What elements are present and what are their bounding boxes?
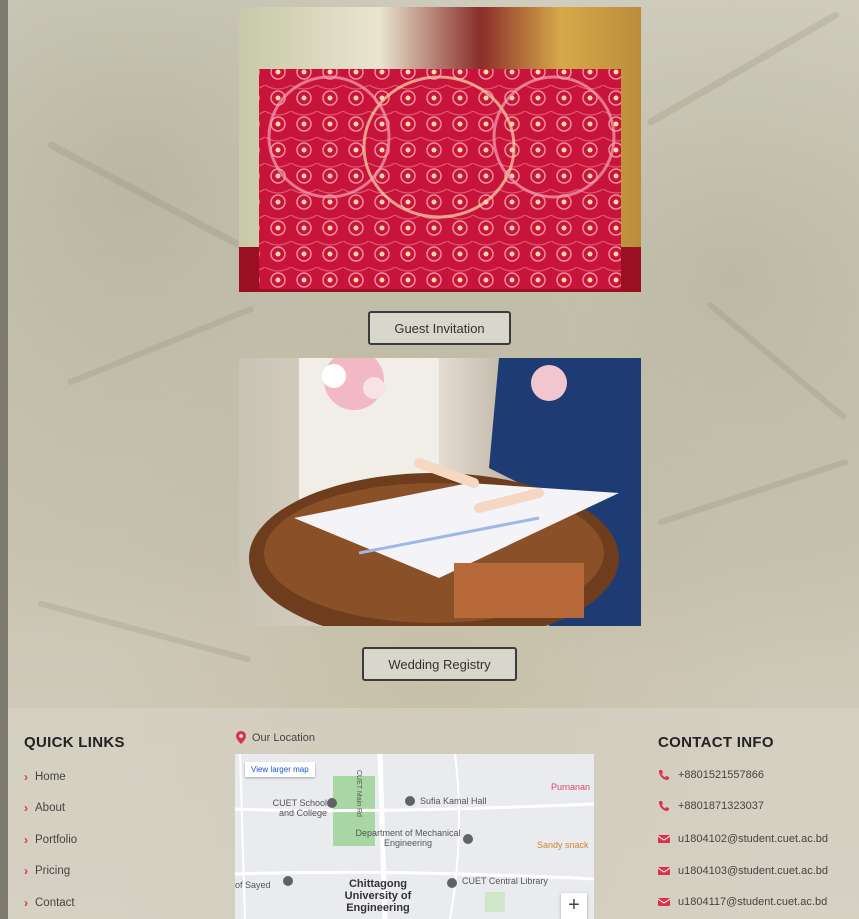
map-pin-icon [447,878,457,888]
contact-email-text: u1804103@student.cuet.ac.bd [678,865,829,877]
phone-icon [659,770,669,780]
contact-email-1[interactable]: u1804102@student.cuet.ac.bd [658,833,828,845]
our-location-text: Our Location [252,731,315,744]
our-location-label: Our Location [236,731,315,744]
footer-link-label: Pricing [35,865,71,877]
map-label-sufia-hall: Sufia Kamal Hall [420,796,487,806]
footer-link-label: Home [35,771,66,783]
map-label-of-sayed: of Sayed [235,880,271,890]
map-pin-icon [327,798,337,808]
view-larger-map-link[interactable]: View larger map [245,762,315,777]
map-zoom-in-button[interactable]: + [561,893,587,919]
envelope-icon [658,835,670,843]
contact-phone-1[interactable]: +8801521557866 [658,769,764,781]
chevron-right-icon: › [24,896,28,910]
footer-link-about[interactable]: › About [24,801,65,815]
footer-link-portfolio[interactable]: › Portfolio [24,833,77,847]
envelope-icon [658,867,670,875]
map-pin-icon [405,796,415,806]
contact-email-3[interactable]: u1804117@student.cuet.ac.bd [658,896,827,908]
footer: QUICK LINKS › Home › About › Portfolio ›… [8,708,859,919]
phone-icon [659,801,669,811]
map-label-sandy-snack: Sandy snack [537,840,589,850]
contact-email-2[interactable]: u1804103@student.cuet.ac.bd [658,865,828,877]
map-pin-icon [463,834,473,844]
map-label-dept-me: Department of Mechanical Engineering [355,828,461,848]
map-label-chittagong-univ: Chittagong University of Engineering [344,878,412,914]
chevron-right-icon: › [24,801,28,815]
footer-link-pricing[interactable]: › Pricing [24,864,70,878]
chevron-right-icon: › [24,864,28,878]
map-label-cuet-library: CUET Central Library [462,876,548,886]
map-label-cuet-main-rd: CUET Main Rd [355,770,362,817]
wedding-registry-image [239,358,641,626]
contact-email-text: u1804117@student.cuet.ac.bd [678,896,828,908]
guest-invitation-image [239,7,641,292]
footer-link-label: About [35,802,66,814]
footer-link-label: Contact [35,897,75,909]
location-map[interactable]: View larger map CUET School and College … [235,754,594,919]
footer-link-home[interactable]: › Home [24,770,66,784]
guest-invitation-button[interactable]: Guest Invitation [368,311,511,345]
chevron-right-icon: › [24,833,28,847]
left-edge-bar [0,0,8,919]
map-label-purnanan: Purnanan [551,782,591,792]
wedding-registry-button[interactable]: Wedding Registry [362,647,517,681]
footer-link-contact[interactable]: › Contact [24,896,75,910]
quick-links-title: QUICK LINKS [24,734,125,751]
map-pin-icon [236,731,246,744]
contact-phone-text: +8801521557866 [678,769,764,781]
chevron-right-icon: › [24,770,28,784]
contact-phone-text: +8801871323037 [678,800,764,812]
footer-link-label: Portfolio [35,834,78,846]
contact-phone-2[interactable]: +8801871323037 [658,800,764,812]
contact-email-text: u1804102@student.cuet.ac.bd [678,833,829,845]
map-pin-icon [283,876,293,886]
contact-info-title: CONTACT INFO [658,734,774,751]
envelope-icon [658,898,670,906]
map-label-cuet-school: CUET School and College [272,798,327,818]
